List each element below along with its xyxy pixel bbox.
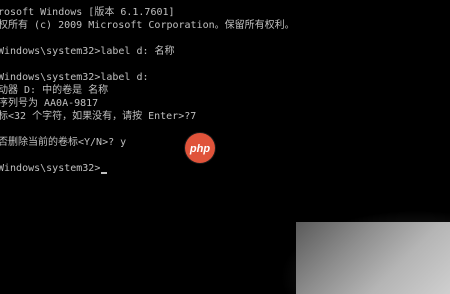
console-line-volume-name: 动器 D: 中的卷是 名称 [0,85,109,96]
console-line-command-2: Windows\system32>label d: [0,72,149,83]
blurred-overlay [296,222,450,294]
console-prompt: Windows\system32> [0,163,101,174]
svg-text:php: php [189,143,210,155]
console-line-label-prompt: 标<32 个字符，如果没有，请按 Enter>?7 [0,111,197,122]
console-window[interactable]: rosoft Windows [版本 6.1.7601] 权所有 (c) 200… [0,0,450,294]
console-line-version: rosoft Windows [版本 6.1.7601] [0,7,175,18]
console-line-copyright: 权所有 (c) 2009 Microsoft Corporation。保留所有权… [0,20,295,31]
console-prompt-line[interactable]: Windows\system32> [0,162,108,175]
console-line-delete-prompt: 否删除当前的卷标<Y/N>? y [0,137,127,148]
console-line-command-1: Windows\system32>label d: 名称 [0,46,175,57]
php-watermark-logo: php [185,133,215,163]
text-cursor [101,172,108,174]
console-line-serial-number: 序列号为 AA0A-9817 [0,98,99,109]
